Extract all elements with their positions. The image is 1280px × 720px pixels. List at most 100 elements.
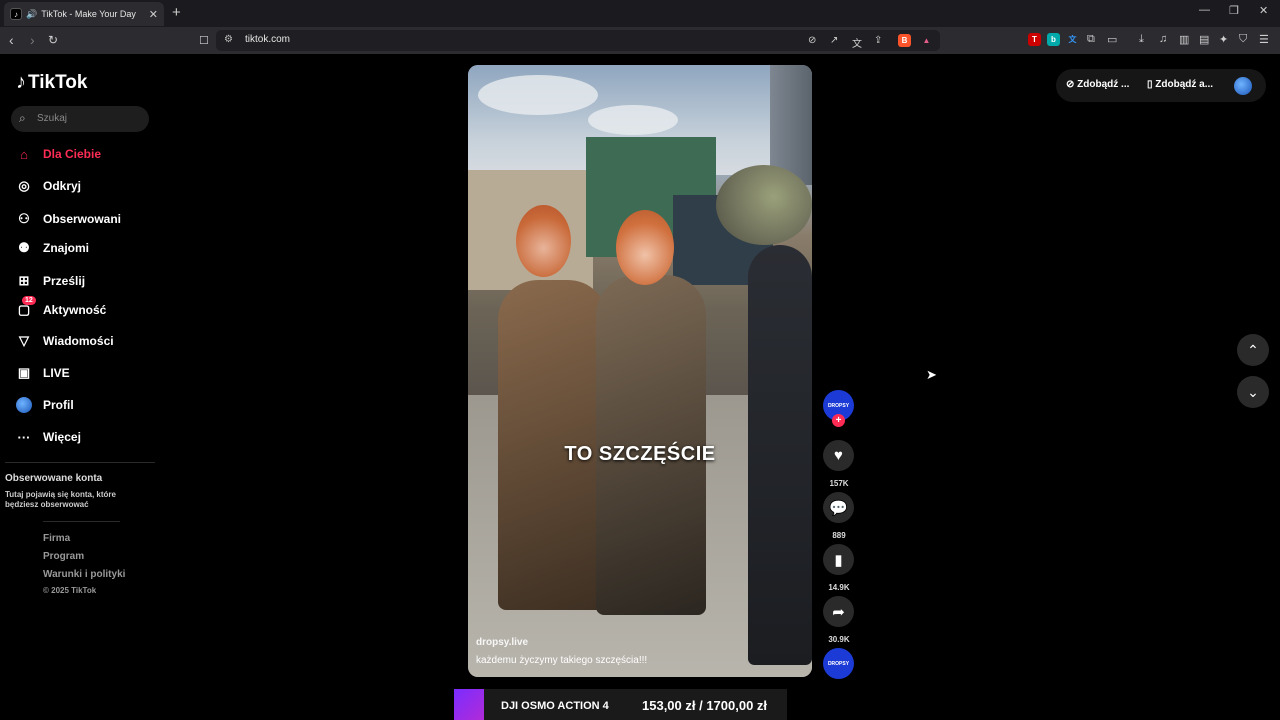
footer-link-program[interactable]: Program [43,551,84,562]
speaker-icon[interactable]: 🔊 [26,9,37,20]
video-description: każdemu życzymy takiego szczęścia!!! [476,655,648,666]
video-player[interactable]: TO SZCZĘŚCIE dropsy.live każdemu życzymy… [468,65,812,677]
activity-badge: 12 [22,296,36,305]
extension-b-icon[interactable]: b [1047,33,1060,46]
comment-icon: 💬 [823,492,854,523]
followed-accounts-desc: Tutaj pojawią się konta, które będziesz … [5,490,116,509]
compass-icon: ◎ [18,178,30,193]
brave-shield-icon[interactable]: B [898,34,911,47]
sidebar-item-upload[interactable]: ⊞ Prześlij [16,273,85,289]
video-username[interactable]: dropsy.live [476,637,528,648]
video-caption-overlay: TO SZCZĘŚCIE [564,443,716,465]
sidebar-item-more[interactable]: ··· Więcej [16,429,81,445]
download-icon[interactable]: ⤓ [1139,33,1144,46]
tiktok-favicon-icon: ♪ [10,8,22,20]
video-person-head [616,210,674,285]
browser-nav-bar: ‹ › ↻ ☐ ⚙ tiktok.com ⊘ ↗ 文 ⇪ B ▲ T b 文 ⧉… [0,27,1280,54]
share-button[interactable]: ➦ 30.9K [823,596,855,644]
share-count: 30.9K [828,635,850,644]
sidebar-item-activity[interactable]: ▢ 12 Aktywność [16,296,107,318]
get-coins-label: Zdobądź ... [1077,79,1130,90]
sidebar-item-label: Aktywność [43,303,107,317]
get-app-button[interactable]: ▯ Zdobądź a... [1147,79,1213,90]
new-tab-button[interactable]: + [172,4,181,21]
share-arrow-icon: ➦ [823,596,854,627]
tiktok-logo[interactable]: ♪ TikTok [16,71,87,94]
site-info-icon[interactable]: ⚙ [224,34,233,45]
inbox-icon: ▢ 12 [16,296,36,318]
extension-tp-icon[interactable]: T [1028,33,1041,46]
browser-tab-bar: ♪ 🔊 TikTok - Make Your Day ✕ + — ❐ ✕ [0,0,1280,27]
mouse-cursor-icon: ➤ [926,367,937,382]
sidebar-item-live[interactable]: ▣ LIVE [16,365,70,381]
sidebar-item-profile[interactable]: Profil [16,397,74,413]
extension-translate-icon[interactable]: 文 [1066,33,1079,46]
sidebar-item-label: Wiadomości [43,334,114,348]
open-external-icon[interactable]: ↗ [830,35,838,46]
leo-ai-icon[interactable]: ✦ [1219,33,1228,46]
save-button[interactable]: ▮ 14.9K [823,544,855,592]
home-icon: ⌂ [20,146,28,162]
minimize-button[interactable]: — [1199,4,1210,16]
brave-rewards-icon[interactable]: ▲ [920,34,933,47]
tiktok-note-icon: ♪ [16,71,26,93]
reload-icon[interactable]: ↻ [48,33,58,47]
friends-icon: ⚉ [18,240,30,255]
back-icon[interactable]: ‹ [9,32,14,48]
footer-link-company[interactable]: Firma [43,533,70,544]
creator-avatar[interactable]: DROPSY + [823,390,855,430]
sidebar-item-explore[interactable]: ◎ Odkryj [16,178,81,194]
copyright: © 2025 TikTok [43,586,97,595]
wallet-icon[interactable]: ▤ [1199,33,1209,46]
tracking-icon[interactable]: ⊘ [808,35,816,46]
get-app-label: Zdobądź a... [1155,79,1214,90]
sidebar-item-for-you[interactable]: ⌂ Dla Ciebie [16,146,101,162]
media-icon[interactable]: ♫ [1159,33,1167,45]
menu-icon[interactable]: ☰ [1259,33,1269,46]
sidebar-item-messages[interactable]: ▽ Wiadomości [16,333,114,349]
like-button[interactable]: ♥ 157K [823,440,855,488]
maximize-button[interactable]: ❐ [1229,4,1239,17]
sidebar-item-label: Znajomi [43,241,90,255]
get-coins-button[interactable]: ⊘ Zdobądź ... [1066,79,1129,90]
footer-link-terms[interactable]: Warunki i polityki [43,569,125,580]
bookmark-icon: ▮ [823,544,854,575]
browser-tab[interactable]: ♪ 🔊 TikTok - Make Your Day ✕ [4,2,164,26]
address-bar[interactable]: ⚙ tiktok.com ⊘ ↗ 文 ⇪ B ▲ [216,30,940,51]
sidebar-item-friends[interactable]: ⚉ Znajomi [16,240,89,256]
logo-text: TikTok [28,71,88,93]
sidebar-item-following[interactable]: ⚇ Obserwowani [16,211,121,227]
tab-search-icon[interactable]: ▭ [1107,33,1117,46]
send-icon: ▽ [19,333,29,348]
close-window-button[interactable]: ✕ [1259,4,1268,17]
extensions-icon[interactable]: ⧉ [1087,33,1095,46]
search-input[interactable]: ⌕ Szukaj [11,106,149,132]
video-person-head [716,165,812,245]
sidebar-icon[interactable]: ▥ [1179,33,1189,46]
live-icon: ▣ [17,365,31,380]
product-ad-bar[interactable]: DJI OSMO ACTION 4 153,00 zł / 1700,00 zł [454,689,787,720]
bookmark-icon[interactable]: ☐ [199,34,209,47]
sidebar-item-label: Odkryj [43,179,82,193]
translate-icon[interactable]: 文 [852,35,862,50]
heart-icon: ♥ [823,440,854,471]
chevron-down-icon: ⌄ [1247,383,1259,400]
upload-icon: ⊞ [18,273,30,288]
follow-plus-icon[interactable]: + [832,414,845,427]
divider [43,521,120,522]
like-count: 157K [829,479,849,488]
share-icon[interactable]: ⇪ [874,35,882,46]
next-video-button[interactable]: ⌄ [1237,376,1269,408]
more-icon: ··· [17,429,31,445]
forward-icon[interactable]: › [30,32,35,48]
tab-title: TikTok - Make Your Day [41,9,136,19]
close-tab-icon[interactable]: ✕ [149,8,158,21]
previous-video-button[interactable]: ⌃ [1237,334,1269,366]
comment-button[interactable]: 💬 889 [823,492,855,540]
vpn-shield-icon[interactable]: ⛉ [1239,33,1247,46]
avatar-icon [16,397,32,413]
sidebar-item-label: Dla Ciebie [43,147,102,161]
profile-avatar[interactable] [1234,77,1252,95]
music-disc[interactable]: DROPSY [823,648,855,679]
sidebar-item-label: Prześlij [43,274,86,288]
